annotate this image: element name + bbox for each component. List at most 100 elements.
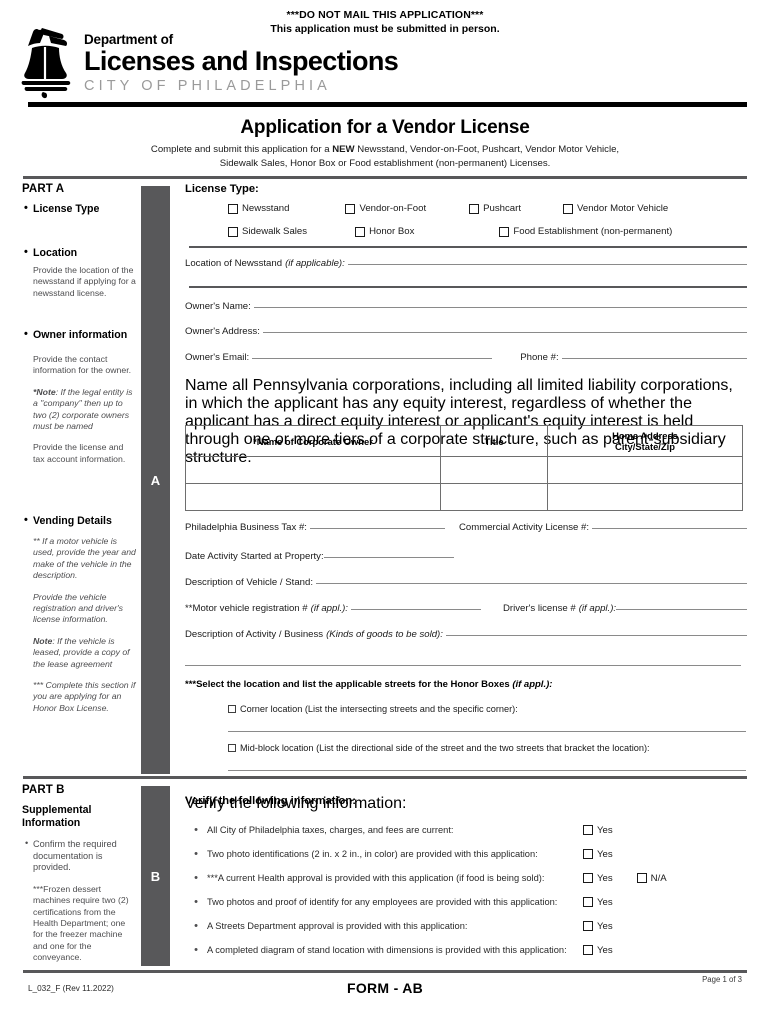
description-activity-input[interactable] — [445, 635, 747, 636]
checkbox-corner-location[interactable] — [228, 705, 236, 713]
checkbox-yes[interactable] — [583, 945, 593, 955]
checkbox-yes[interactable] — [583, 825, 593, 835]
checkbox-yes[interactable] — [583, 849, 593, 859]
liberty-bell-icon — [18, 24, 80, 102]
checkbox-yes[interactable] — [583, 873, 593, 883]
corporate-owner-table: *Name of Corporate Owner Title Home Addr… — [185, 425, 743, 511]
checkbox-sidewalk-sales[interactable] — [228, 226, 238, 237]
drivers-license-label: Driver's license # — [502, 603, 576, 614]
phone-input[interactable] — [561, 358, 747, 359]
header-divider-thick — [28, 102, 747, 107]
location-of-newsstand-label: Location of Newsstand — [185, 258, 283, 269]
checkbox-na-label: N/A — [650, 872, 667, 884]
sidebar-owner-note: *Note: If the legal entity is a "company… — [33, 387, 137, 433]
license-type-row-1: Newsstand Vendor-on-Foot Pushcart Vendor… — [228, 203, 768, 214]
checkbox-newsstand[interactable] — [228, 203, 238, 214]
date-started-input[interactable] — [323, 557, 454, 558]
date-started-label: Date Activity Started at Property: — [185, 551, 324, 562]
part-b-top-divider — [23, 776, 747, 779]
part-b-sidebar: PART B Supplemental Information Confirm … — [22, 784, 137, 964]
checkbox-vendor-motor-vehicle[interactable] — [563, 203, 574, 214]
supplemental-info-line1: Supplemental — [22, 804, 92, 816]
checkbox-yes-label: Yes — [597, 848, 613, 860]
description-activity-input-line-2[interactable] — [185, 664, 741, 666]
checkbox-midblock-location-label: Mid-block location (List the directional… — [240, 743, 650, 753]
form-number: FORM - AB — [346, 980, 424, 996]
sidebar-item-license-type: License Type — [22, 201, 137, 216]
honor-midblock-row: Mid-block location (List the directional… — [228, 743, 746, 753]
sidebar-item-vending-details-label: Vending Details — [24, 513, 137, 528]
location-section-rule — [189, 286, 747, 288]
checkbox-honor-box[interactable] — [355, 226, 366, 237]
part-b-frozen-dessert-note: ***Frozen dessert machines require two (… — [33, 883, 129, 963]
sidebar-location-desc: Provide the location of the newsstand if… — [33, 265, 136, 298]
checkbox-yes[interactable] — [583, 921, 593, 931]
part-b-letter: B — [150, 868, 161, 884]
cell-corp-name[interactable] — [185, 456, 441, 484]
business-tax-input[interactable] — [309, 528, 445, 529]
checkbox-yes-label: Yes — [597, 896, 613, 908]
subtitle-post: Newsstand, Vendor-on-Foot, Pushcart, Ven… — [354, 144, 620, 155]
midblock-location-input[interactable] — [228, 769, 746, 771]
col-header-name: *Name of Corporate Owner — [185, 425, 441, 457]
bullet-icon: • — [194, 944, 198, 956]
cell-corp-address[interactable] — [547, 456, 743, 484]
checkbox-vendor-on-foot[interactable] — [345, 203, 356, 214]
page-number: Page 1 of 3 — [702, 975, 742, 984]
bullet-icon: • — [194, 824, 198, 836]
sidebar-owner-desc: Provide the contact information for the … — [33, 354, 132, 376]
description-activity-inner: Description of Activity / Business (Kind… — [185, 629, 747, 640]
description-vehicle-inner: Description of Vehicle / Stand: — [185, 577, 747, 588]
sidebar-owner-note-bold: *Note — [33, 386, 56, 397]
motor-registration-input[interactable] — [350, 609, 481, 610]
location-of-newsstand-field: Location of Newsstand (if applicable): — [185, 258, 747, 269]
owner-name-row: Owner's Name: — [185, 301, 747, 312]
sidebar-license-tax-desc: Provide the license and tax account info… — [33, 442, 126, 464]
list-item: • Two photo identifications (2 in. x 2 i… — [185, 842, 743, 866]
owner-email-phone-inner: Owner's Email: Phone #: — [185, 352, 747, 363]
page-title: Application for a Vendor License — [240, 117, 530, 138]
checkbox-pushcart[interactable] — [469, 203, 480, 214]
corporate-owner-table-wrap: *Name of Corporate Owner Title Home Addr… — [185, 425, 743, 511]
verify-item-text: Two photos and proof of identify for any… — [207, 897, 558, 907]
cell-corp-title[interactable] — [440, 456, 548, 484]
honor-box-heading-bold: ***Select the location and list the appl… — [185, 679, 510, 690]
list-item: • A Streets Department approval is provi… — [185, 914, 743, 938]
owner-address-input[interactable] — [262, 332, 747, 333]
bullet-icon: • — [194, 920, 198, 932]
checkbox-yes[interactable] — [583, 897, 593, 907]
sidebar-vending-motor-note: ** If a motor vehicle is used, provide t… — [33, 536, 136, 581]
sidebar-item-license-type-label: License Type — [24, 201, 137, 216]
sidebar-vending-lease-note: Note: If the vehicle is leased, provide … — [33, 636, 137, 670]
commercial-activity-input[interactable] — [592, 528, 747, 529]
corner-location-input[interactable] — [228, 730, 746, 732]
description-vehicle-input[interactable] — [316, 583, 747, 584]
checkbox-yes-label: Yes — [597, 872, 613, 884]
owner-name-input[interactable] — [253, 307, 747, 308]
owner-email-input[interactable] — [252, 358, 493, 359]
date-started-inner: Date Activity Started at Property: — [185, 551, 747, 562]
drivers-license-input[interactable] — [616, 609, 747, 610]
department-logo: Department of Licenses and Inspections C… — [18, 24, 399, 102]
checkbox-vendor-on-foot-label: Vendor-on-Foot — [359, 203, 427, 214]
supplemental-info-heading: Supplemental Information — [22, 804, 137, 830]
cell-corp-address[interactable] — [547, 483, 743, 511]
description-vehicle-label: Description of Vehicle / Stand: — [185, 577, 313, 588]
checkbox-na[interactable] — [636, 873, 647, 883]
col-header-address-line1: Home Address — [612, 430, 678, 441]
verify-title: Verify the following information: — [185, 795, 356, 807]
cell-corp-name[interactable] — [185, 483, 441, 511]
part-a-letter-bar: A — [141, 186, 170, 774]
checkbox-midblock-location[interactable] — [228, 744, 236, 752]
sidebar-item-location-label: Location — [24, 245, 137, 260]
checkbox-food-establishment[interactable] — [499, 226, 510, 237]
table-row — [185, 483, 743, 511]
motor-registration-row: **Motor vehicle registration # (if appl.… — [185, 603, 747, 614]
checkbox-yes-label: Yes — [597, 824, 613, 836]
location-of-newsstand-input[interactable] — [347, 264, 747, 265]
bullet-icon: • — [194, 848, 198, 860]
sidebar-vending-lease-bold: Note — [33, 635, 53, 646]
cell-corp-title[interactable] — [440, 483, 548, 511]
verify-item-answers: Yes — [583, 921, 743, 932]
part-b-confirm-bullet: Confirm the required documentation is pr… — [25, 838, 137, 874]
